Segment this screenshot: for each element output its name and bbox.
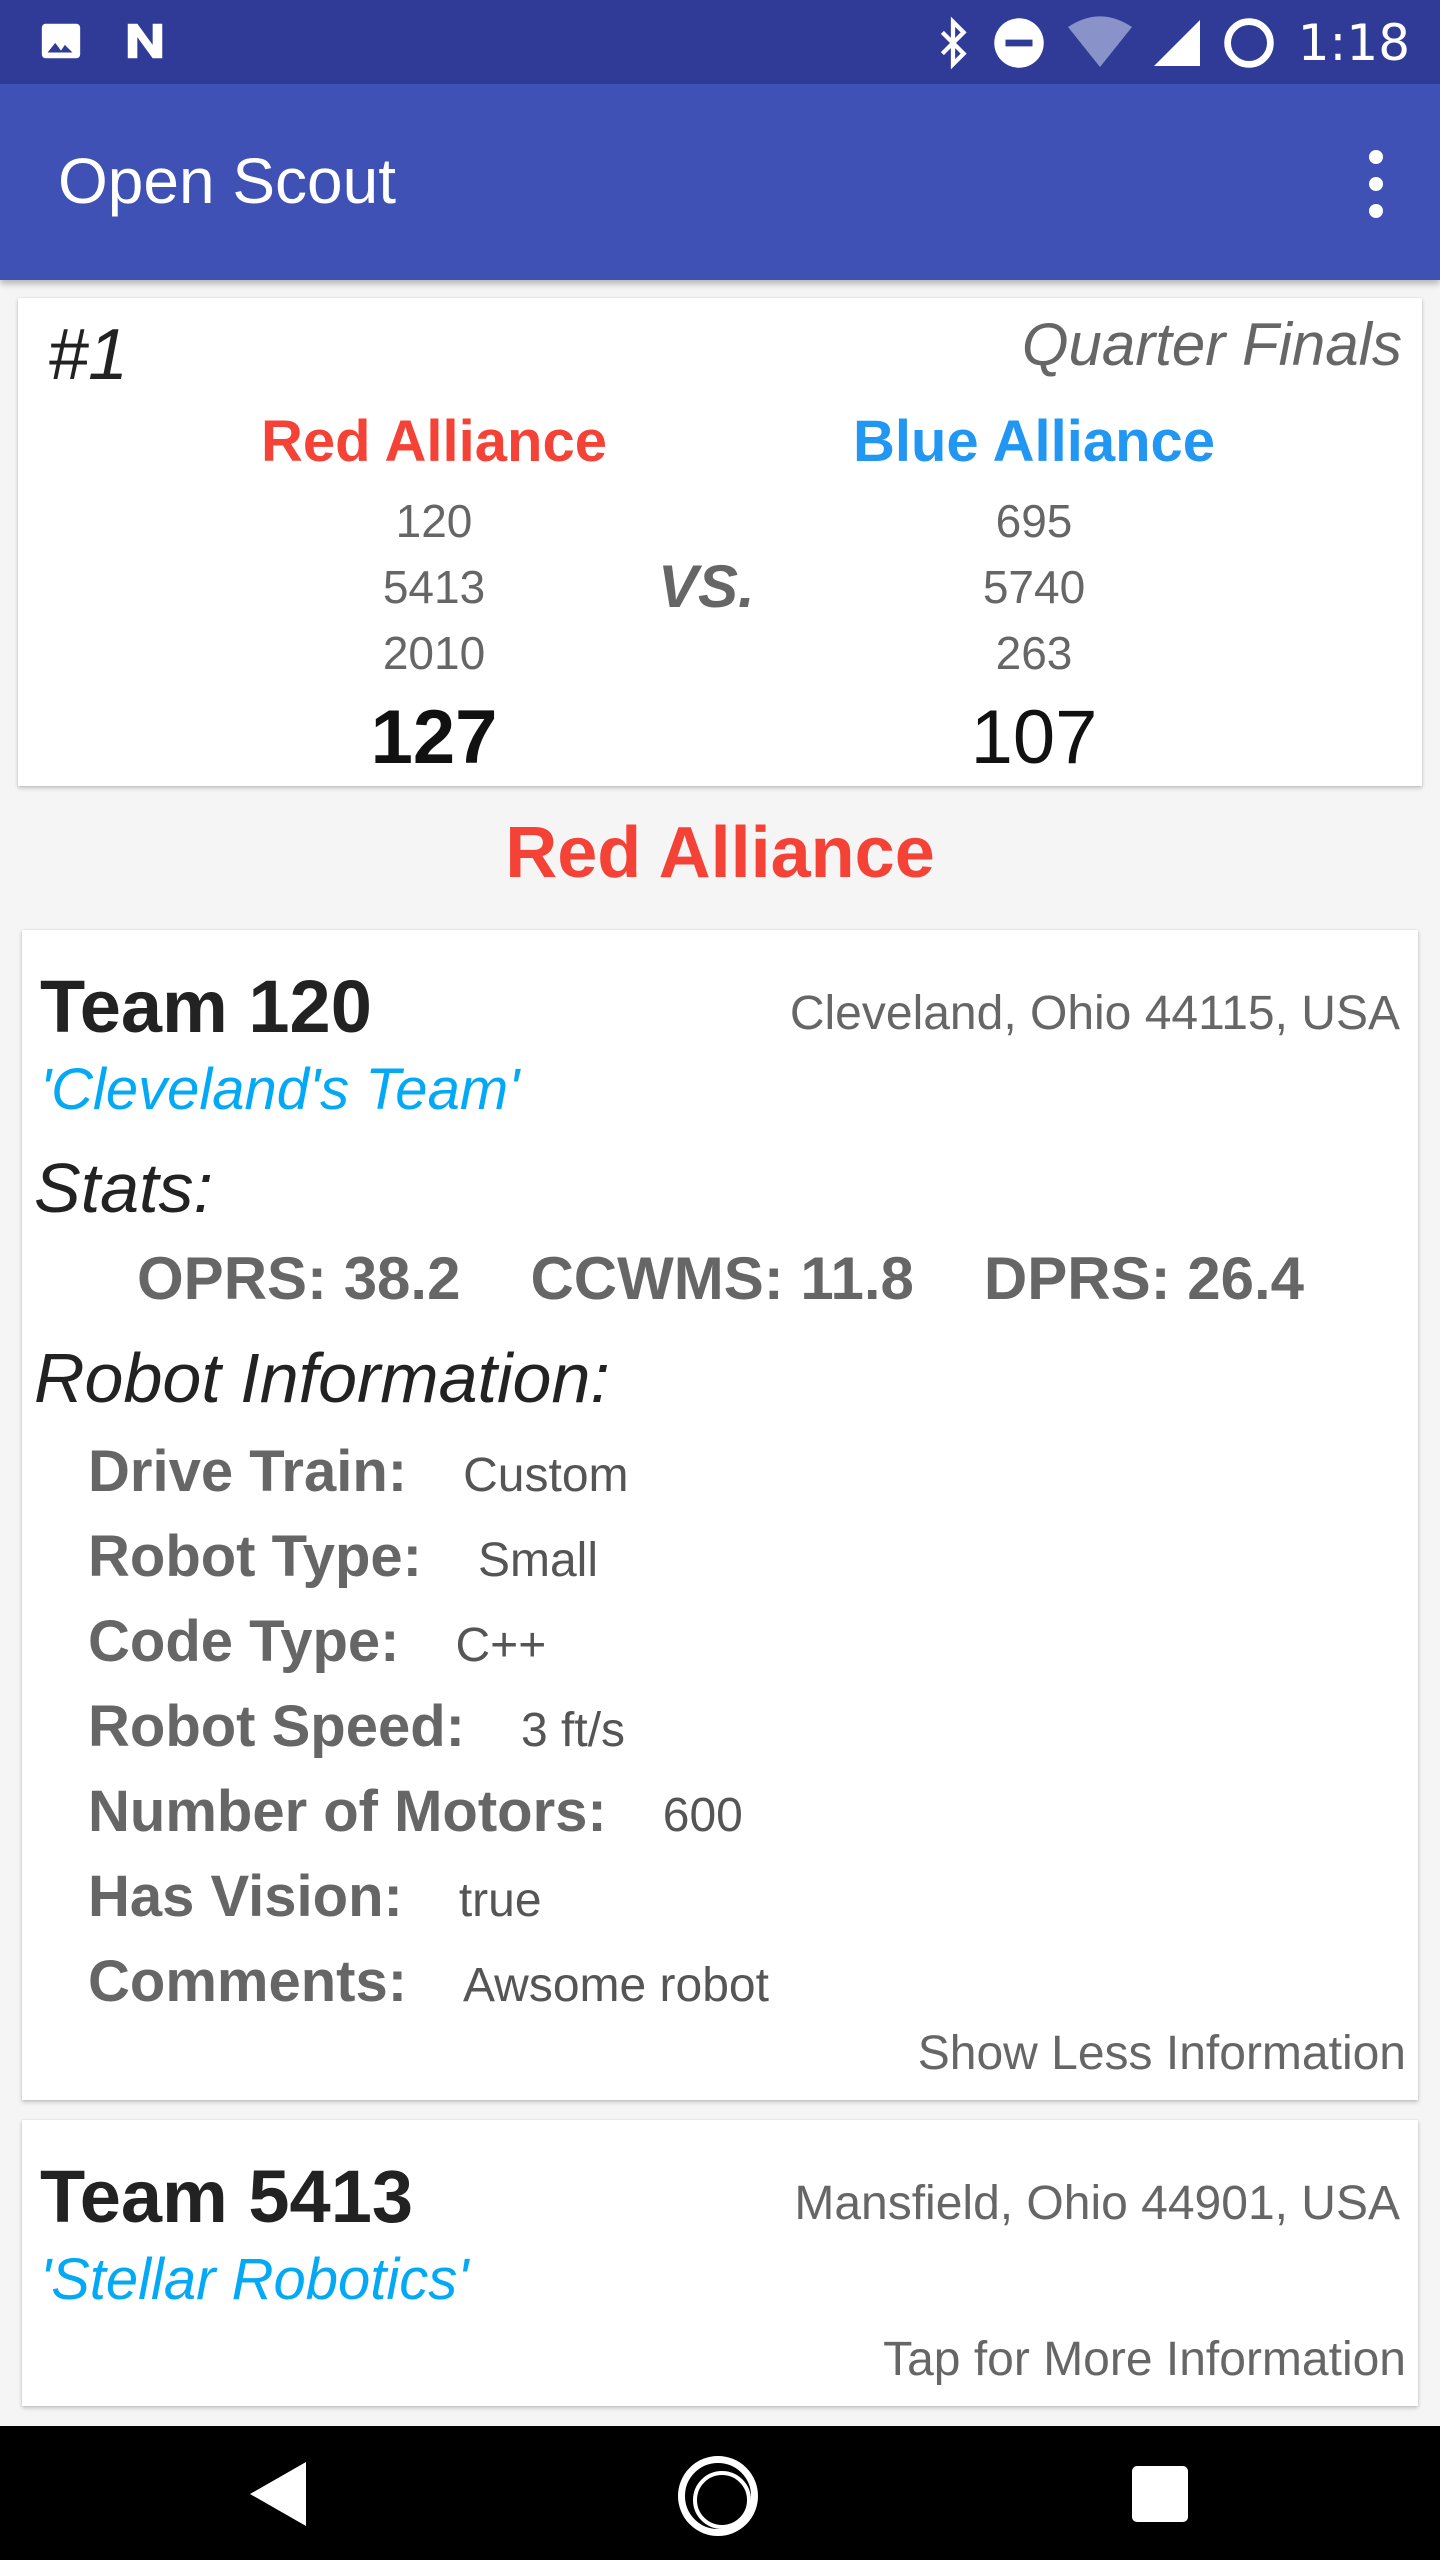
- info-label: Number of Motors:: [88, 1779, 607, 1844]
- info-label: Code Type:: [88, 1609, 400, 1674]
- blue-score: 107: [970, 695, 1098, 780]
- image-icon: [41, 23, 81, 59]
- vs-label: VS.: [658, 553, 755, 620]
- stats-row: OPRS: 38.2 CCWMS: 11.8 DPRS: 26.4: [137, 1244, 1304, 1313]
- show-less-link[interactable]: Show Less Information: [918, 2026, 1406, 2081]
- bluetooth-icon: [940, 16, 967, 70]
- app-bar: Open Scout: [0, 84, 1440, 280]
- more-vert-icon[interactable]: [1356, 144, 1396, 224]
- info-label: Drive Train:: [88, 1439, 408, 1504]
- battery-icon: [1223, 18, 1274, 68]
- stat-ccwms: CCWMS: 11.8: [530, 1245, 914, 1312]
- team-name: Team 120: [40, 965, 372, 1048]
- section-title: Red Alliance: [505, 813, 935, 893]
- match-card[interactable]: #1 Quarter Finals Red Alliance 120 5413 …: [18, 298, 1422, 786]
- match-round: Quarter Finals: [1021, 311, 1402, 378]
- stat-oprs: OPRS: 38.2: [137, 1245, 461, 1312]
- info-value: 600: [662, 1789, 743, 1842]
- red-alliance-name: Red Alliance: [261, 409, 607, 474]
- team-nickname: 'Stellar Robotics': [40, 2247, 469, 2312]
- status-bar: 1:18: [0, 0, 1440, 84]
- info-label: Robot Speed:: [88, 1694, 465, 1759]
- info-row-robot-speed: Robot Speed: 3 ft/s: [88, 1693, 625, 1760]
- info-label: Has Vision:: [88, 1864, 403, 1929]
- info-value: true: [458, 1874, 542, 1927]
- app-title: Open Scout: [58, 145, 396, 217]
- info-value: 3 ft/s: [520, 1704, 626, 1757]
- info-label: Comments:: [88, 1949, 408, 2014]
- home-icon[interactable]: [678, 2456, 758, 2536]
- nav-bar: [0, 2426, 1440, 2560]
- red-score: 127: [370, 695, 498, 780]
- robot-info-heading: Robot Information:: [34, 1339, 610, 1417]
- red-team-2: 5413: [382, 561, 486, 613]
- team-card[interactable]: Team 120 Cleveland, Ohio 44115, USA 'Cle…: [22, 930, 1418, 2100]
- status-time: 1:18: [1297, 14, 1410, 72]
- info-value: Small: [477, 1534, 599, 1587]
- match-number: #1: [48, 315, 129, 395]
- info-row-robot-type: Robot Type: Small: [88, 1523, 598, 1590]
- recents-icon[interactable]: [1132, 2466, 1188, 2522]
- info-row-drive-train: Drive Train: Custom: [88, 1438, 629, 1505]
- blue-alliance-name: Blue Alliance: [852, 409, 1216, 474]
- info-value: Custom: [463, 1449, 629, 1502]
- info-value: C++: [455, 1619, 547, 1672]
- red-team-3: 2010: [382, 627, 486, 679]
- info-label: Robot Type:: [88, 1524, 422, 1589]
- red-team-1: 120: [395, 495, 473, 547]
- red-alliance-column: Red Alliance 120 5413 2010 127: [184, 408, 684, 781]
- info-row-comments: Comments: Awsome robot: [88, 1948, 769, 2015]
- team-name: Team 5413: [40, 2155, 413, 2238]
- team-location: Mansfield, Ohio 44901, USA: [794, 2177, 1400, 2230]
- back-icon[interactable]: [250, 2462, 306, 2526]
- info-value: Awsome robot: [463, 1959, 769, 2012]
- n-icon: [127, 23, 163, 59]
- info-row-vision: Has Vision: true: [88, 1863, 542, 1930]
- do-not-disturb-icon: [993, 18, 1044, 68]
- blue-alliance-column: Blue Alliance 695 5740 263 107: [784, 408, 1284, 781]
- team-nickname: 'Cleveland's Team': [40, 1057, 520, 1122]
- team-card[interactable]: Team 5413 Mansfield, Ohio 44901, USA 'St…: [22, 2120, 1418, 2406]
- stat-dprs: DPRS: 26.4: [983, 1245, 1305, 1312]
- blue-team-2: 5740: [982, 561, 1086, 613]
- info-row-motors: Number of Motors: 600: [88, 1778, 743, 1845]
- signal-icon: [1153, 20, 1200, 66]
- wifi-icon: [1067, 16, 1132, 67]
- stats-heading: Stats:: [34, 1149, 213, 1227]
- tap-more-link[interactable]: Tap for More Information: [883, 2332, 1406, 2387]
- blue-team-1: 695: [995, 495, 1073, 547]
- blue-team-3: 263: [995, 627, 1073, 679]
- info-row-code-type: Code Type: C++: [88, 1608, 546, 1675]
- team-location: Cleveland, Ohio 44115, USA: [789, 987, 1400, 1040]
